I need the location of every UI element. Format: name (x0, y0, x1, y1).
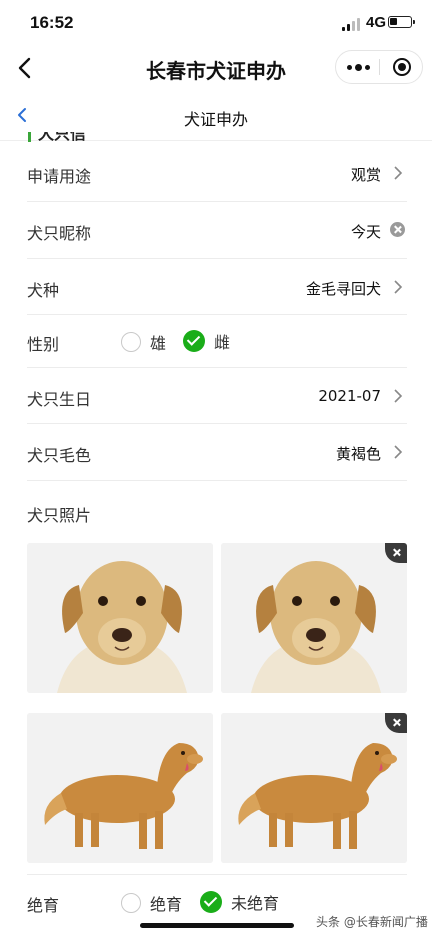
section-accent-bar (28, 132, 31, 142)
battery-icon (388, 16, 415, 28)
labrador-head-image (221, 543, 407, 693)
nickname-label: 犬只昵称 (27, 224, 92, 243)
golden-retriever-image (221, 713, 407, 863)
golden-retriever-image (27, 713, 213, 863)
nickname-input[interactable]: 今天 (351, 221, 381, 242)
sterilization-option-yes-label: 绝育 (150, 895, 183, 914)
gender-label: 性别 (27, 335, 60, 354)
status-time: 16:52 (30, 13, 74, 32)
labrador-head-image (27, 543, 213, 693)
purpose-label: 申请用途 (27, 167, 92, 186)
nav-bar: 长春市犬证申办 (0, 46, 432, 92)
clear-input-icon[interactable] (390, 222, 405, 237)
gender-option-female-label: 雌 (214, 333, 231, 352)
capsule-menu (335, 50, 423, 84)
breed-label: 犬种 (27, 281, 60, 300)
breed-row[interactable]: 犬种 金毛寻回犬 (27, 258, 407, 315)
gender-option-female[interactable]: 雌 (183, 329, 230, 353)
chevron-right-icon (394, 166, 403, 180)
birthday-value: 2021-07 (318, 387, 381, 405)
radio-unchecked-icon (121, 332, 141, 352)
sub-back-button[interactable] (12, 104, 34, 126)
dog-photo-4[interactable] (221, 713, 407, 863)
gender-option-male[interactable]: 雄 (121, 330, 166, 354)
color-label: 犬只毛色 (27, 446, 92, 465)
radio-checked-icon (183, 330, 205, 352)
watermark: 头条 @长春新闻广播 (316, 915, 428, 929)
chevron-left-icon (18, 57, 31, 79)
section-heading-text: 犬只信息 (38, 132, 87, 142)
sub-title: 犬证申办 (183, 110, 248, 129)
chevron-right-icon (394, 280, 403, 294)
section-heading: 犬只信息 (28, 132, 98, 142)
radio-checked-icon (200, 891, 222, 913)
birthday-label: 犬只生日 (27, 390, 92, 409)
chevron-right-icon (394, 445, 403, 459)
purpose-value: 观赏 (350, 166, 381, 184)
breed-value: 金毛寻回犬 (305, 280, 381, 298)
sterilization-label: 绝育 (27, 896, 60, 915)
sterilization-option-no[interactable]: 未绝育 (200, 890, 279, 914)
gender-option-male-label: 雄 (150, 334, 167, 353)
close-miniprogram-button[interactable] (380, 51, 423, 83)
dog-photo-2[interactable] (221, 543, 407, 693)
dog-photo-3[interactable] (27, 713, 213, 863)
signal-icon (342, 17, 362, 31)
photos-label: 犬只照片 (27, 506, 92, 525)
nickname-row: 犬只昵称 今天 (27, 201, 407, 259)
purpose-row[interactable]: 申请用途 观赏 (27, 146, 407, 202)
back-button[interactable] (12, 54, 42, 84)
color-row[interactable]: 犬只毛色 黄褐色 (27, 423, 407, 481)
status-bar: 16:52 4G (0, 0, 432, 46)
gender-row: 性别 雄 雌 (27, 314, 407, 368)
radio-unchecked-icon (121, 893, 141, 913)
sterilization-option-no-label: 未绝育 (231, 894, 280, 913)
more-button[interactable] (336, 51, 379, 83)
sterilization-option-yes[interactable]: 绝育 (121, 891, 182, 915)
chevron-left-icon (18, 108, 26, 122)
birthday-row[interactable]: 犬只生日 2021-07 (27, 367, 407, 424)
color-value: 黄褐色 (335, 445, 381, 463)
dog-photo-1[interactable] (27, 543, 213, 693)
home-indicator (140, 923, 294, 928)
network-type: 4G (366, 14, 387, 31)
chevron-right-icon (394, 389, 403, 403)
